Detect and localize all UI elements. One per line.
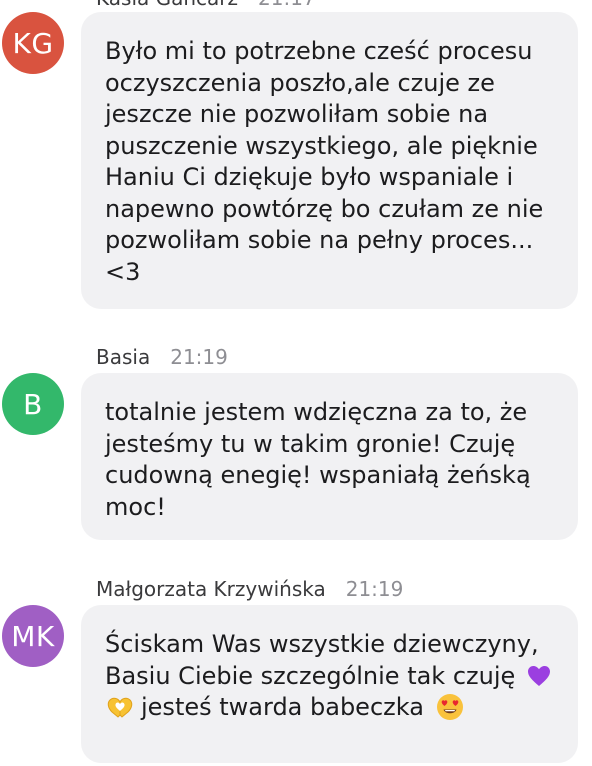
heart-hands-icon (107, 697, 133, 718)
avatar[interactable]: MK (2, 605, 64, 667)
heart-eyes-face-icon (436, 694, 463, 720)
message-time: 21:17 (258, 0, 316, 10)
message-bubble[interactable]: totalnie jestem wdzięczna za to, że jest… (81, 373, 578, 540)
avatar[interactable]: KG (2, 12, 64, 74)
avatar-initials: KG (12, 26, 54, 60)
message-text-line: jesteś twarda babeczka (141, 693, 424, 721)
sender-name: Małgorzata Krzywińska (96, 577, 326, 601)
avatar-initials: MK (11, 619, 55, 653)
avatar-initials: B (23, 387, 43, 421)
message-bubble[interactable]: Ściskam Was wszystkie dziewczyny, Basiu … (81, 605, 578, 763)
message-text-line: Basiu Ciebie szczególnie tak czuję (105, 661, 516, 690)
purple-heart-icon (527, 665, 550, 686)
message-text-line: Ściskam Was wszystkie dziewczyny, (105, 630, 539, 658)
message-bubble[interactable]: Było mi to potrzebne cześć procesu oczys… (81, 12, 578, 309)
message-text: Było mi to potrzebne cześć procesu oczys… (105, 37, 544, 286)
message-text: totalnie jestem wdzięczna za to, że jest… (105, 398, 531, 521)
message-header: Basia 21:19 (96, 343, 228, 371)
sender-name: Basia (96, 345, 151, 369)
sender-name: Kasia Gancarz (96, 0, 238, 10)
message-text: Ściskam Was wszystkie dziewczyny, Basiu … (105, 629, 556, 724)
message-header: Małgorzata Krzywińska 21:19 (96, 575, 403, 603)
message-time: 21:19 (345, 577, 404, 601)
avatar[interactable]: B (2, 373, 64, 435)
message-header: Kasia Gancarz 21:17 (96, 0, 316, 12)
chat-message-list[interactable]: Kasia Gancarz 21:17 KG Było mi to potrze… (0, 0, 592, 766)
message-time: 21:19 (170, 345, 228, 369)
